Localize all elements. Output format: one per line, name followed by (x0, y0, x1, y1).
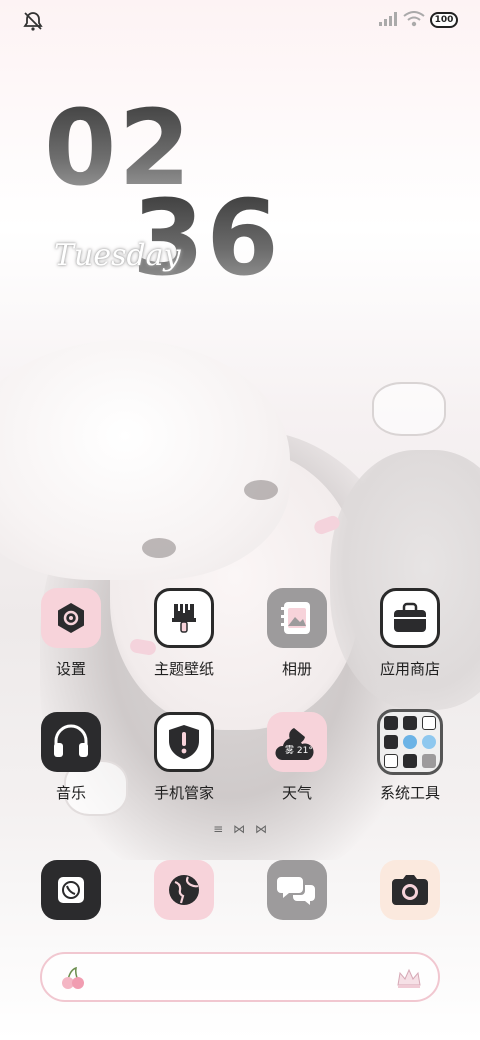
phone-icon[interactable] (41, 860, 101, 920)
folder-mini-app-icon (403, 754, 417, 768)
camera-icon[interactable] (380, 860, 440, 920)
app-label: 应用商店 (379, 660, 440, 678)
weather-icon[interactable]: 雾 21° (267, 712, 327, 772)
folder-mini-app-icon (422, 716, 436, 730)
browser-globe-icon[interactable] (154, 860, 214, 920)
battery-indicator: 100 (430, 12, 458, 28)
folder-mini-app-icon (422, 754, 436, 768)
folder-mini-app-icon (403, 716, 417, 730)
app-label: 手机管家 (153, 784, 214, 802)
bow-icon: ⋈ (233, 822, 246, 836)
wifi-icon (403, 11, 425, 27)
folder-mini-app-icon (403, 735, 417, 749)
headphones-icon[interactable] (41, 712, 101, 772)
folder-mini-app-icon (384, 716, 398, 730)
battery-label: 100 (434, 15, 454, 25)
messages-icon[interactable] (267, 860, 327, 920)
folder-icon[interactable] (377, 709, 443, 775)
app-label: 设置 (55, 660, 86, 678)
page-indicator-menu: ≡ (213, 822, 224, 836)
app-store[interactable]: 应用商店 (362, 588, 458, 679)
app-label: 相册 (281, 660, 312, 678)
page-indicator[interactable]: ≡ ⋈ ⋈ (0, 822, 480, 836)
kitty-sticker-icon (372, 382, 446, 436)
app-system-tools-folder[interactable]: 系统工具 (362, 709, 458, 803)
app-settings[interactable]: 设置 (23, 588, 119, 679)
app-label: 天气 (281, 784, 312, 802)
bow-icon: ⋈ (254, 822, 267, 836)
mute-icon (23, 12, 43, 31)
wallpaper-eye (244, 480, 278, 500)
status-bar: 100 (0, 0, 480, 40)
crown-icon (397, 968, 421, 988)
folder-mini-app-icon (384, 754, 398, 768)
app-phone-manager[interactable]: 手机管家 (136, 712, 232, 803)
app-weather[interactable]: 雾 21° 天气 (249, 712, 345, 803)
theme-brush-icon[interactable] (154, 588, 214, 648)
search-bar[interactable] (40, 952, 440, 1002)
app-label: 音乐 (55, 784, 86, 802)
clock-weekday: Tuesday (54, 238, 181, 273)
dock-messages[interactable] (249, 860, 345, 920)
store-bag-icon[interactable] (380, 588, 440, 648)
signal-icon (379, 12, 397, 26)
weather-text: 雾 21° (285, 746, 313, 756)
app-label: 主题壁纸 (153, 660, 214, 678)
dock-phone[interactable] (23, 860, 119, 920)
settings-icon[interactable] (41, 588, 101, 648)
dock-camera[interactable] (362, 860, 458, 920)
app-label: 系统工具 (379, 784, 440, 802)
photo-album-icon[interactable] (267, 588, 327, 648)
app-music[interactable]: 音乐 (23, 712, 119, 803)
app-gallery[interactable]: 相册 (249, 588, 345, 679)
folder-mini-app-icon (384, 735, 398, 749)
app-theme-wallpaper[interactable]: 主题壁纸 (136, 588, 232, 679)
shield-icon[interactable] (154, 712, 214, 772)
cherry-icon (62, 966, 84, 989)
folder-mini-app-icon (422, 735, 436, 749)
wallpaper-eye (142, 538, 176, 558)
dock-browser[interactable] (136, 860, 232, 920)
